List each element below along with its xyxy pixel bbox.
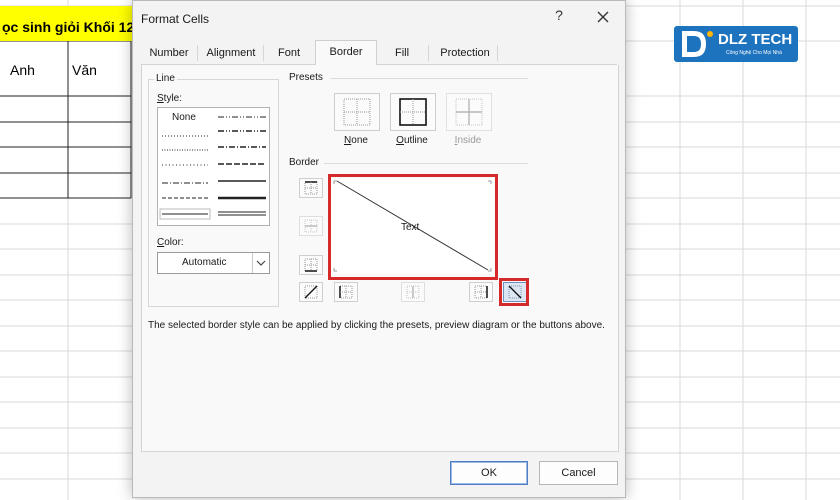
preset-none-label: None [326, 135, 386, 146]
border-divider [324, 163, 528, 164]
cancel-button[interactable]: Cancel [539, 461, 618, 485]
border-left-icon [339, 285, 353, 299]
sheet-title-cell[interactable]: ọc sinh giỏi Khối 12 [0, 6, 134, 41]
preview-highlight-box [328, 174, 498, 280]
style-label-rest: tyle: [163, 93, 183, 104]
brand-logo: DLZ TECH Công Nghệ Cho Mọi Nhà [674, 26, 798, 62]
close-icon [597, 11, 609, 23]
column-header-anh: Anh [10, 62, 35, 78]
logo-brand-text: DLZ TECH [718, 31, 793, 48]
border-left-button[interactable] [334, 282, 358, 302]
diagonal-up-icon [304, 285, 318, 299]
tab-separator [428, 45, 429, 61]
presets-group-label: Presets [289, 72, 323, 83]
preset-outline-label-rest: utline [403, 135, 428, 146]
border-help-text: The selected border style can be applied… [148, 320, 605, 331]
color-label-rest: olor: [164, 237, 184, 248]
line-style-list[interactable]: None [157, 107, 270, 226]
preset-inside-button[interactable] [446, 93, 492, 131]
line-group-label: Line [154, 73, 177, 84]
preset-inside-label: Inside [438, 135, 498, 146]
tab-fill[interactable]: Fill [387, 42, 417, 64]
border-top-button[interactable] [299, 178, 323, 198]
color-dropdown-value: Automatic [182, 257, 227, 268]
tab-font[interactable]: Font [271, 42, 307, 64]
dialog-title: Format Cells [141, 12, 210, 26]
logo-tagline: Công Nghệ Cho Mọi Nhà [726, 50, 782, 56]
tab-protection[interactable]: Protection [437, 42, 493, 64]
preset-outline-icon [399, 98, 427, 126]
tab-separator [263, 45, 264, 61]
border-inside-vertical-button[interactable] [401, 282, 425, 302]
color-dropdown[interactable]: Automatic [157, 252, 270, 274]
color-label: Color: [157, 237, 184, 248]
tab-separator [197, 45, 198, 61]
presets-divider [330, 78, 528, 79]
preset-outline-access-key: O [396, 135, 404, 146]
border-right-icon [474, 285, 488, 299]
style-access-key: S [157, 93, 164, 104]
border-inside-horizontal-icon [304, 219, 318, 233]
tab-number[interactable]: Number [147, 42, 191, 64]
diagonal-button-highlight-box [499, 278, 529, 306]
tab-separator [497, 45, 498, 61]
border-right-button[interactable] [469, 282, 493, 302]
preset-none-icon [343, 98, 371, 126]
help-button[interactable]: ? [551, 7, 567, 27]
preset-inside-label-rest: nside [457, 135, 482, 146]
preset-none-label-rest: one [351, 135, 368, 146]
tab-alignment[interactable]: Alignment [203, 42, 259, 64]
style-label: Style: [157, 93, 182, 104]
preset-outline-button[interactable] [390, 93, 436, 131]
border-group-label: Border [289, 157, 320, 168]
line-style-swatches [159, 116, 266, 220]
border-inside-horizontal-button[interactable] [299, 216, 323, 236]
sheet-title: ọc sinh giỏi Khối 12 [2, 19, 135, 35]
chevron-down-icon [256, 260, 266, 266]
preset-inside-icon [455, 98, 483, 126]
border-bottom-icon [304, 258, 318, 272]
close-button[interactable] [595, 9, 611, 25]
tab-border[interactable]: Border [315, 40, 377, 66]
column-header-van: Văn [72, 62, 97, 78]
border-inside-vertical-icon [406, 285, 420, 299]
color-dropdown-button[interactable] [252, 253, 269, 273]
border-bottom-button[interactable] [299, 255, 323, 275]
preset-outline-label: Outline [382, 135, 442, 146]
preset-none-button[interactable] [334, 93, 380, 131]
border-top-icon [304, 181, 318, 195]
ok-button[interactable]: OK [450, 461, 528, 485]
border-diagonal-up-button[interactable] [299, 282, 323, 302]
